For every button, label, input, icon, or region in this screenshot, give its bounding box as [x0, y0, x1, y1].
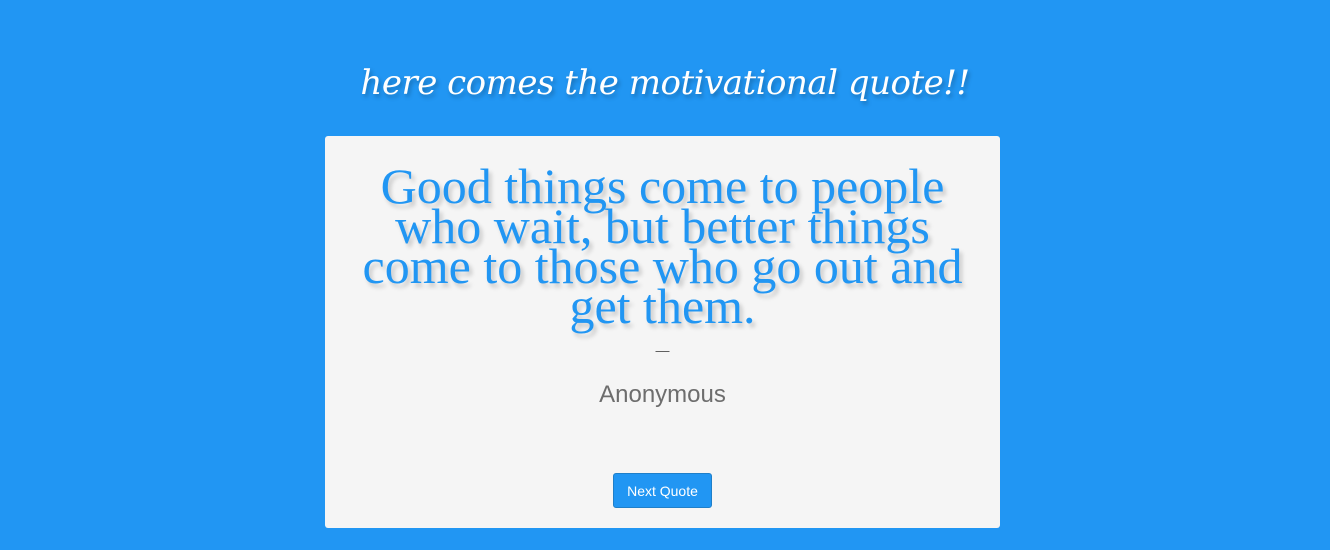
quote-author: Anonymous [599, 381, 726, 408]
page-title: here comes the motivational quote!! [360, 63, 970, 103]
quote-text: Good things come to people who wait, but… [362, 158, 963, 334]
quote-card: Good things come to people who wait, but… [325, 136, 1000, 528]
page: here comes the motivational quote!! Good… [0, 0, 1330, 550]
quote-dash: — [655, 342, 670, 358]
next-quote-button[interactable]: Next Quote [613, 473, 712, 508]
